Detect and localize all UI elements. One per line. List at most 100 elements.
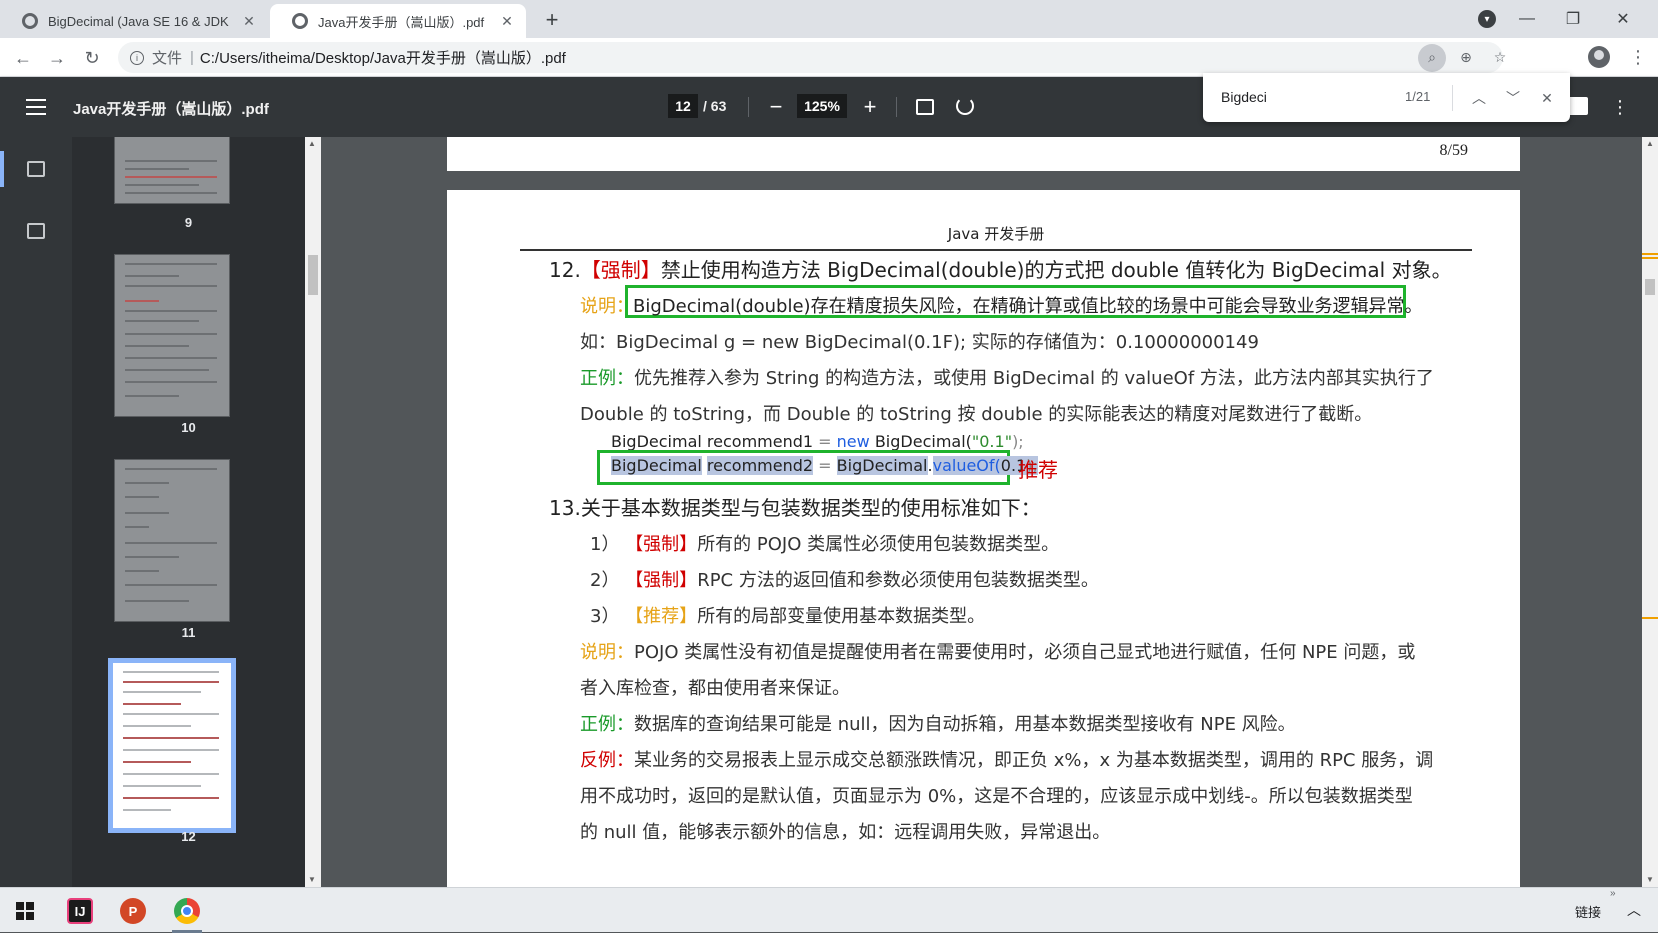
zoom-icon[interactable]: ⊕ [1452,44,1480,72]
zoom-in-button[interactable]: + [856,93,884,121]
sidebar-scroll-thumb[interactable] [308,255,318,295]
rule-12-title: 12.【强制】禁止使用构造方法 BigDecimal(double)的方式把 d… [549,258,1452,282]
rotate-icon[interactable] [956,97,974,115]
tag-mandatory: 【强制】 [580,258,661,282]
chrome-taskbar-icon[interactable] [170,894,204,933]
info-icon[interactable]: i [130,50,144,65]
scroll-up-arrow-icon[interactable]: ▲ [308,139,316,148]
find-previous-icon[interactable]: ︿ [1466,85,1492,111]
scroll-up-arrow-icon[interactable]: ▲ [1646,139,1654,148]
pdf-title: Java开发手册（嵩山版）.pdf [73,101,269,118]
tab-strip: BigDecimal (Java SE 16 & JDK ✕ Java开发手册（… [0,0,1658,38]
reload-button[interactable]: ↻ [79,45,105,71]
scroll-down-arrow-icon[interactable]: ▼ [308,875,316,884]
rule-12-example: 如：BigDecimal g = new BigDecimal(0.1F); 实… [580,332,1259,353]
new-tab-button[interactable]: + [538,6,566,34]
bookmark-star-icon[interactable]: ☆ [1486,44,1514,72]
rule-13-item-2: 2） 【强制】RPC 方法的返回值和参数必须使用包装数据类型。 [590,570,1099,591]
page-thumbnail-9[interactable] [114,137,230,204]
rule-13-negative-cont: 用不成功时，返回的是默认值，页面显示为 0%，这是不合理的，应该显示成中划线-。… [580,786,1413,807]
document-scroll-thumb[interactable] [1645,279,1655,295]
page-header: Java 开发手册 [520,223,1472,251]
back-button[interactable]: ← [10,45,36,71]
pdf-side-rail [0,137,72,887]
pdf-menu-icon[interactable]: ⋮ [1611,93,1629,121]
browser-toolbar: ← → ↻ i 文件 | C:/Users/itheima/Desktop/Ja… [0,38,1658,77]
close-icon[interactable]: ✕ [498,12,516,30]
find-divider [1452,85,1453,111]
rule-13-negative: 反例：某业务的交易报表上显示成交总额涨跌情况，即正负 x%，x 为基本数据类型，… [580,750,1434,771]
tab-search-icon[interactable]: ▾ [1478,10,1496,28]
forward-button[interactable]: → [44,45,70,71]
print-icon[interactable] [1568,97,1588,115]
show-desktop-chevron-icon[interactable]: » [1610,888,1616,899]
page-number-input[interactable]: 12 [668,94,698,118]
intellij-taskbar-icon[interactable]: IJ [63,894,97,928]
thumbnail-label: 11 [181,625,196,640]
rule-13-negative-cont: 的 null 值，能够表示额外的信息，如：远程调用失败，异常退出。 [580,822,1111,843]
toolbar-divider [748,97,749,117]
fit-page-icon[interactable] [916,99,934,115]
windows-start-icon[interactable] [16,902,34,920]
rule-13-title: 13.关于基本数据类型与包装数据类型的使用标准如下： [549,496,1041,520]
tray-links-label[interactable]: 链接 [1575,902,1601,921]
tab-title: BigDecimal (Java SE 16 & JDK [48,13,229,29]
pdf-document-area[interactable]: 8/59 Java 开发手册 12.【强制】禁止使用构造方法 BigDecima… [321,137,1642,887]
find-match-count: 1/21 [1405,89,1431,104]
rule-12-explain: BigDecimal(double)存在精度损失风险，在精确计算或值比较的场景中… [633,296,1423,317]
code-line-recommend2: BigDecimal recommend2 = BigDecimal.value… [611,456,1038,475]
find-close-icon[interactable]: ✕ [1534,85,1560,111]
page-thumbnail-10[interactable] [114,254,230,417]
pdf-page-current: Java 开发手册 12.【强制】禁止使用构造方法 BigDecimal(dou… [447,190,1520,887]
close-window-button[interactable]: ✕ [1600,4,1646,34]
address-bar[interactable]: i 文件 | C:/Users/itheima/Desktop/Java开发手册… [118,42,1503,73]
rule-13-explain-cont: 者入库检查，都由使用者来保证。 [580,678,850,699]
find-match-marker [1642,257,1658,259]
rule-13-explain: 说明：POJO 类属性没有初值是提醒使用者在需要使用时，必须自己显式地进行赋值，… [580,642,1416,663]
tab-java-manual-pdf[interactable]: Java开发手册（嵩山版）.pdf ✕ [270,4,526,38]
sidebar-scrollbar[interactable]: ▲ ▼ [305,137,321,887]
rule-12-positive: 正例：优先推荐入参为 String 的构造方法，或使用 BigDecimal 的… [580,368,1434,389]
windows-taskbar: IJ P » 链接 ︿ [0,887,1658,933]
zoom-level-input[interactable]: 125% [797,94,847,118]
globe-icon [292,13,308,29]
url-text: C:/Users/itheima/Desktop/Java开发手册（嵩山版）.p… [199,50,566,67]
profile-avatar[interactable] [1588,46,1610,68]
find-input[interactable]: Bigdeci [1221,89,1267,105]
browser-menu-icon[interactable]: ⋮ [1628,46,1648,68]
outline-icon[interactable] [27,223,45,239]
close-icon[interactable]: ✕ [240,12,258,30]
page-thumbnail-12[interactable] [108,658,236,833]
toolbar-divider [896,97,897,117]
minimize-button[interactable]: — [1504,4,1550,34]
thumbnails-icon[interactable] [27,161,45,177]
find-bar: Bigdeci 1/21 ︿ ﹀ ✕ [1203,73,1570,122]
rule-13-positive: 正例：数据库的查询结果可能是 null，因为自动拆箱，用基本数据类型接收有 NP… [580,714,1296,735]
page-thumbnail-11[interactable] [114,459,230,622]
scheme-label: 文件 [152,50,183,67]
rule-13-item-3: 3） 【推荐】所有的局部变量使用基本数据类型。 [590,606,986,627]
restore-button[interactable]: ❐ [1550,4,1596,34]
scroll-down-arrow-icon[interactable]: ▼ [1646,875,1654,884]
find-in-page-icon[interactable]: ⌕ [1418,43,1446,72]
rule-13-item-1: 1） 【强制】所有的 POJO 类属性必须使用包装数据类型。 [590,534,1060,555]
thumbnail-sidebar: 9 10 11 12 [72,137,305,887]
powerpoint-taskbar-icon[interactable]: P [116,894,150,928]
find-next-icon[interactable]: ﹀ [1500,85,1526,111]
document-scrollbar[interactable]: ▲ ▼ [1642,137,1658,887]
sidebar-toggle-icon[interactable] [26,99,46,115]
find-match-marker [1642,253,1658,255]
zoom-out-button[interactable]: − [762,93,790,121]
code-line-recommend1: BigDecimal recommend1 = new BigDecimal("… [611,432,1024,451]
tray-expand-icon[interactable]: ︿ [1627,900,1641,920]
address-actions: ⌕ ⊕ ☆ [1412,42,1514,73]
rail-selection-indicator [0,151,4,187]
rule-12-positive-cont: Double 的 toString，而 Double 的 toString 按 … [580,404,1373,425]
globe-icon [22,13,38,29]
thumbnail-label: 10 [181,420,196,435]
page-total: / 63 [703,98,727,114]
pdf-page-previous: 8/59 [447,137,1520,171]
tab-bigdecimal-docs[interactable]: BigDecimal (Java SE 16 & JDK ✕ [0,4,268,38]
page-footer-number: 8/59 [1439,142,1468,159]
find-match-highlight: BigDecimal [611,456,702,475]
